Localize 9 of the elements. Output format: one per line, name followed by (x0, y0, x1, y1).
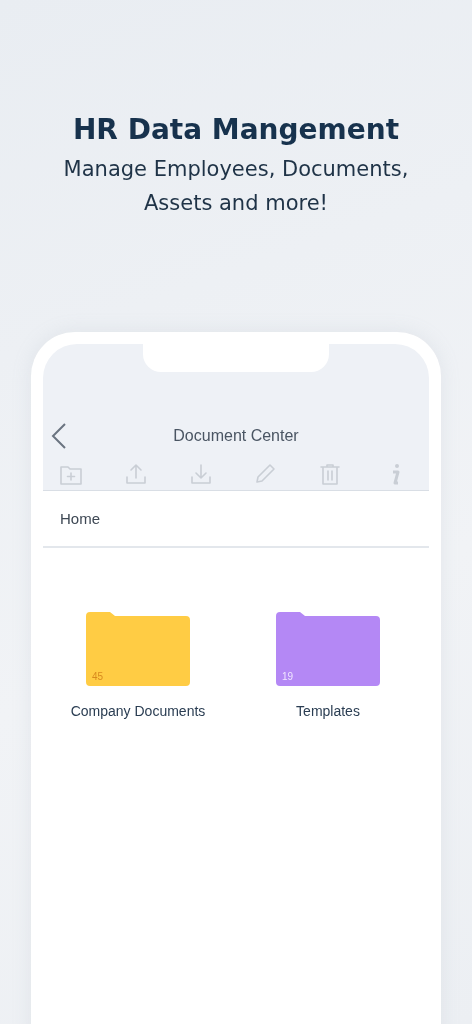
folder-name[interactable]: Templates (296, 703, 360, 719)
headline: HR Data Mangement (72, 112, 400, 148)
breadcrumb[interactable]: Home (60, 510, 100, 527)
item-count: 45 (92, 671, 104, 682)
folder-name[interactable]: Company Documents (70, 703, 206, 719)
back-icon[interactable] (51, 423, 67, 449)
subtitle: Manage Employees, Documents, Assets and more! (62, 156, 410, 217)
screen-title: Document Center (173, 427, 299, 445)
item-count: 19 (282, 671, 294, 682)
